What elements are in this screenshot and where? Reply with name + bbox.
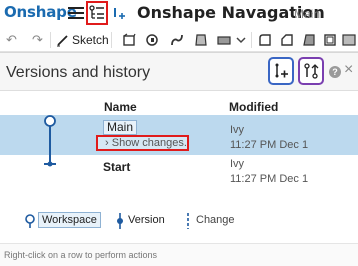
sketch-label: Sketch: [72, 33, 109, 47]
branch-icon: [304, 63, 319, 79]
sketch-button[interactable]: Sketch: [56, 31, 109, 49]
chamfer-icon[interactable]: [280, 33, 294, 47]
hole-icon[interactable]: [342, 33, 356, 47]
legend-change-label: Change: [196, 214, 235, 226]
footer-hint: Right-click on a row to perform actions: [4, 250, 158, 260]
workspace-name[interactable]: Main: [294, 7, 320, 21]
revolve-icon[interactable]: [145, 33, 159, 47]
chevron-right-icon: ›: [105, 137, 109, 149]
toolbar-divider: [111, 32, 112, 48]
top-header: Onshape Onshape Navagation Main: [0, 0, 358, 28]
onshape-logo[interactable]: Onshape: [4, 3, 77, 21]
insert-icon[interactable]: [112, 6, 128, 22]
toolbar-divider: [50, 32, 51, 48]
panel-title: Versions and history: [6, 64, 151, 81]
close-icon[interactable]: ×: [344, 61, 353, 79]
extrude-icon[interactable]: [122, 33, 136, 47]
branch-button[interactable]: [298, 57, 324, 85]
toolbar-divider: [251, 32, 252, 48]
panel-header: Versions and history ? ×: [0, 53, 358, 91]
feature-list-icon: [89, 5, 104, 19]
workspace-node-icon: [44, 115, 56, 127]
history-legend: Workspace Version Change: [0, 211, 358, 231]
row-user-main: Ivy: [230, 124, 245, 136]
main-toolbar: ↶ ↷ Sketch: [0, 28, 358, 52]
loft-icon[interactable]: [194, 33, 208, 47]
column-header-modified[interactable]: Modified: [229, 100, 278, 114]
versions-history-panel: Versions and history ? × Name Modified M…: [0, 52, 358, 266]
history-graph: [44, 115, 56, 167]
row-name-start[interactable]: Start: [103, 160, 130, 174]
column-header-name[interactable]: Name: [104, 100, 137, 114]
change-legend-icon: [187, 213, 189, 229]
draft-icon[interactable]: [302, 33, 316, 47]
create-version-icon: [275, 63, 288, 78]
hamburger-menu-icon[interactable]: [68, 4, 84, 22]
workspace-legend-icon: [25, 214, 35, 228]
show-changes-label: Show changes...: [111, 137, 189, 149]
row-user-start: Ivy: [230, 158, 245, 170]
pencil-icon: [57, 34, 68, 46]
sweep-icon[interactable]: [170, 33, 184, 47]
row-time-start: 11:27 PM Dec 1: [230, 173, 309, 185]
row-name-main[interactable]: Main: [103, 120, 138, 135]
version-legend-icon: [117, 213, 123, 229]
onshape-window: Onshape Onshape Navagation Main ↶ ↷ Sket…: [0, 0, 358, 266]
legend-workspace-label: Workspace: [38, 212, 101, 228]
feature-list-button[interactable]: [86, 1, 108, 25]
undo-icon[interactable]: ↶: [6, 32, 17, 48]
show-changes-toggle[interactable]: › Show changes...: [96, 135, 189, 151]
chevron-down-icon[interactable]: [234, 33, 248, 47]
create-version-button[interactable]: [268, 57, 294, 85]
shell-icon[interactable]: [323, 33, 337, 47]
redo-icon[interactable]: ↷: [32, 32, 43, 48]
legend-version-label: Version: [128, 214, 165, 226]
row-time-main: 11:27 PM Dec 1: [230, 139, 309, 151]
help-icon[interactable]: ?: [329, 66, 341, 78]
fillet-icon[interactable]: [258, 33, 272, 47]
panel-footer: Right-click on a row to perform actions: [0, 243, 358, 266]
thicken-icon[interactable]: [217, 33, 231, 47]
